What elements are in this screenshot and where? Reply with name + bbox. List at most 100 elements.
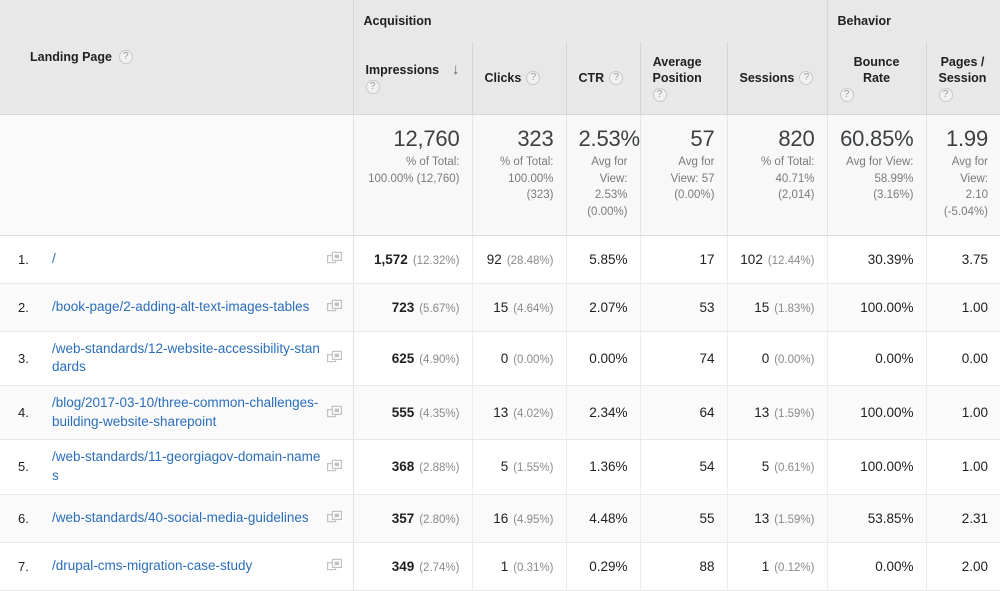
column-pages-session[interactable]: Pages / Session ? [926,42,1000,115]
sessions-value: 102 [740,251,763,267]
landing-page-link[interactable]: /blog/2017-03-10/three-common-challenges… [52,394,323,431]
clicks-cell: 15 (4.64%) [472,283,567,332]
impressions-value: 555 [391,405,415,421]
summary-ctr-value: 2.53% [578,125,641,151]
impressions-cell: 357 (2.80%) [353,494,473,543]
table-row[interactable]: 1. / 1,572 (12.32%) 92 (28.48%) 5.85% 17… [0,235,1000,284]
bounce-rate-cell: 53.85% [827,494,927,543]
table-row[interactable]: 5. /web-standards/11-georgiagov-domain-n… [0,439,1000,495]
table-row[interactable]: 7. /drupal-cms-migration-case-study 349 … [0,542,1000,591]
row-index: 1. [18,251,29,267]
table-row[interactable]: 3. /web-standards/12-website-accessibili… [0,331,1000,387]
column-average-position[interactable]: Average Position ? [640,42,728,115]
impressions-cell: 625 (4.90%) [353,331,473,387]
landing-page-cell: 4. /blog/2017-03-10/three-common-challen… [0,385,354,441]
open-in-new-icon[interactable] [326,299,343,315]
impressions-value: 357 [391,510,415,526]
table-row[interactable]: 6. /web-standards/40-social-media-guidel… [0,494,1000,543]
landing-page-link[interactable]: / [52,250,323,269]
impressions-cell: 349 (2.74%) [353,542,473,591]
sessions-cell: 1 (0.12%) [727,542,828,591]
column-impressions-label: Impressions [365,62,440,77]
summary-impressions: 12,760 % of Total: 100.00% (12,760) [353,114,473,236]
landing-page-report-table: Landing Page ? Acquisition Behavior Impr… [0,0,1000,591]
help-circle-icon[interactable]: ? [799,70,814,85]
pages-session-cell: 1.00 [926,283,1000,332]
pages-session-cell: 3.75 [926,235,1000,284]
clicks-cell: 92 (28.48%) [472,235,567,284]
landing-page-link[interactable]: /drupal-cms-migration-case-study [52,557,323,576]
open-in-new-icon[interactable] [326,510,343,526]
column-sessions[interactable]: Sessions ? [727,42,828,115]
sort-descending-icon[interactable]: ↓ [446,62,460,77]
column-ctr[interactable]: CTR ? [566,42,641,115]
pages-session-value: 2.31 [961,510,988,526]
landing-page-link[interactable]: /web-standards/12-website-accessibility-… [52,340,323,377]
open-in-new-icon[interactable] [326,251,343,267]
help-circle-icon[interactable]: ? [839,87,854,102]
summary-average-position: 57 Avg for View: 57 (0.00%) [640,114,728,236]
pages-session-value: 1.00 [961,405,988,421]
impressions-value: 368 [391,459,415,475]
landing-page-cell: 5. /web-standards/11-georgiagov-domain-n… [0,439,354,495]
landing-page-cell: 2. /book-page/2-adding-alt-text-images-t… [0,283,354,332]
column-clicks[interactable]: Clicks ? [472,42,567,115]
column-clicks-label: Clicks [484,70,522,85]
impressions-percent: (4.35%) [419,408,460,421]
row-index: 6. [18,510,29,526]
landing-page-cell: 6. /web-standards/40-social-media-guidel… [0,494,354,543]
average-position-value: 17 [699,251,715,267]
pages-session-cell: 2.00 [926,542,1000,591]
pages-session-cell: 1.00 [926,385,1000,441]
landing-page-link[interactable]: /web-standards/40-social-media-guideline… [52,509,323,528]
open-in-new-icon[interactable] [326,350,343,366]
open-in-new-icon[interactable] [326,459,343,475]
help-circle-icon[interactable]: ? [365,79,380,94]
bounce-rate-cell: 0.00% [827,331,927,387]
impressions-cell: 368 (2.88%) [353,439,473,495]
open-in-new-icon[interactable] [326,558,343,574]
average-position-cell: 64 [640,385,728,441]
summary-pages-session-value: 1.99 [945,125,988,151]
average-position-value: 64 [699,405,715,421]
ctr-value: 0.29% [589,558,628,574]
impressions-value: 723 [391,299,415,315]
bounce-rate-value: 0.00% [875,558,914,574]
ctr-value: 4.48% [589,510,628,526]
average-position-value: 88 [699,558,715,574]
landing-page-link[interactable]: /book-page/2-adding-alt-text-images-tabl… [52,298,323,317]
clicks-percent: (28.48%) [506,254,554,267]
bounce-rate-value: 100.00% [860,405,914,421]
impressions-cell: 555 (4.35%) [353,385,473,441]
clicks-value: 16 [493,510,509,526]
column-impressions[interactable]: Impressions ↓ ? [353,42,473,115]
clicks-value: 92 [486,251,502,267]
open-in-new-icon[interactable] [326,405,343,421]
bounce-rate-value: 0.00% [875,350,914,366]
sessions-value: 15 [754,299,770,315]
ctr-cell: 0.00% [566,331,641,387]
column-bounce-rate[interactable]: Bounce Rate ? [827,42,927,115]
ctr-cell: 5.85% [566,235,641,284]
help-circle-icon[interactable]: ? [652,87,667,102]
table-row[interactable]: 4. /blog/2017-03-10/three-common-challen… [0,385,1000,441]
sessions-percent: (12.44%) [767,254,815,267]
summary-pages-session: 1.99 Avg for View: 2.10 (-5.04%) [926,114,1000,236]
landing-page-cell: 1. / [0,235,354,284]
clicks-value: 5 [500,459,509,475]
help-circle-icon[interactable]: ? [609,70,624,85]
impressions-value: 349 [391,558,415,574]
clicks-percent: (4.95%) [513,513,554,526]
summary-impressions-subtext: % of Total: 100.00% (12,760) [368,156,460,185]
impressions-value: 1,572 [374,251,408,267]
row-index: 7. [18,558,29,574]
row-index: 2. [18,299,29,315]
table-row[interactable]: 2. /book-page/2-adding-alt-text-images-t… [0,283,1000,332]
landing-page-header[interactable]: Landing Page ? [0,0,354,115]
help-circle-icon[interactable]: ? [938,87,953,102]
landing-page-link[interactable]: /web-standards/11-georgiagov-domain-name… [52,448,323,485]
clicks-cell: 1 (0.31%) [472,542,567,591]
help-circle-icon[interactable]: ? [118,49,133,64]
sessions-cell: 0 (0.00%) [727,331,828,387]
help-circle-icon[interactable]: ? [526,70,541,85]
